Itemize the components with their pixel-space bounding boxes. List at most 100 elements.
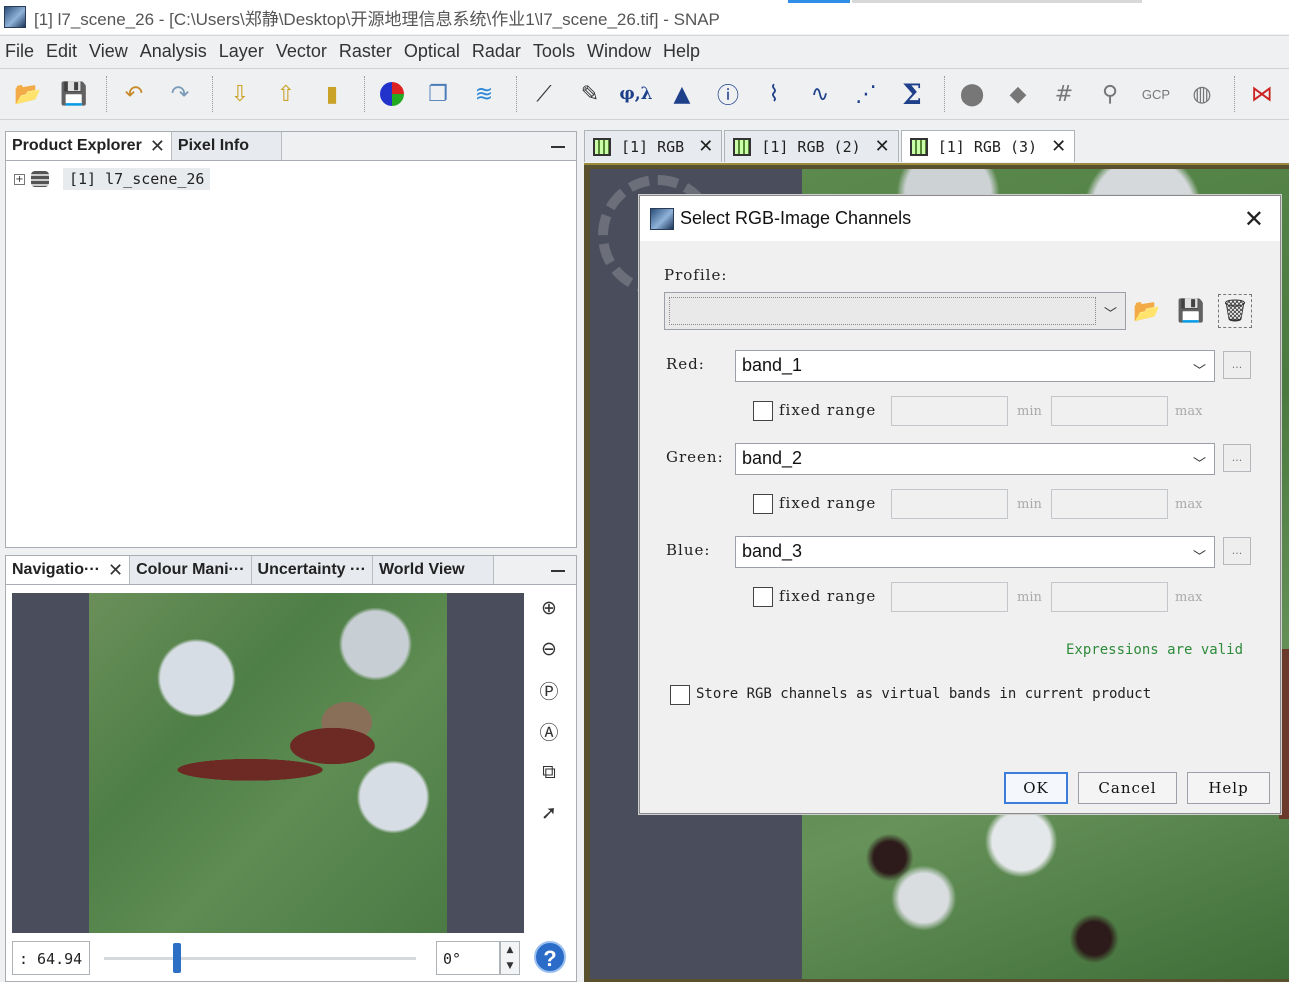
wave-icon[interactable]: ≋: [464, 74, 504, 114]
red-expression-button[interactable]: ...: [1223, 351, 1251, 379]
red-fixed-range-checkbox[interactable]: [753, 401, 773, 421]
green-max-input[interactable]: [1051, 489, 1168, 519]
rotation-angle-field[interactable]: 0°: [436, 941, 500, 975]
product-library-icon[interactable]: ◍: [1182, 74, 1222, 114]
red-min-input[interactable]: [891, 396, 1008, 426]
mask-icon[interactable]: ⬤: [952, 74, 992, 114]
menu-tools[interactable]: Tools: [533, 41, 575, 62]
green-channel-combo[interactable]: band_2 ﹀: [735, 443, 1215, 475]
zoom-pixel-icon[interactable]: Ⓟ: [534, 675, 564, 705]
minimize-icon[interactable]: [550, 562, 566, 578]
red-channel-combo[interactable]: band_1 ﹀: [735, 350, 1215, 382]
close-icon[interactable]: ✕: [108, 560, 123, 581]
ok-button[interactable]: OK: [1004, 772, 1068, 804]
blue-channel-combo[interactable]: band_3 ﹀: [735, 536, 1215, 568]
navigation-overview-image[interactable]: [12, 593, 524, 933]
red-max-input[interactable]: [1051, 396, 1168, 426]
window-title: [1] l7_scene_26 - [C:\Users\郑静\Desktop\开…: [34, 9, 720, 29]
pin-icon[interactable]: ⚲: [1090, 74, 1130, 114]
delete-profile-icon[interactable]: 🗑: [1218, 294, 1252, 328]
menu-vector[interactable]: Vector: [276, 41, 327, 62]
menu-radar[interactable]: Radar: [472, 41, 521, 62]
geo-coding-icon[interactable]: φ,λ: [616, 74, 656, 114]
tile-windows-icon[interactable]: ❐: [418, 74, 458, 114]
tab-label: World View: [378, 561, 465, 578]
tab-uncertainty[interactable]: Uncertainty ···: [251, 556, 373, 584]
angle-spinner[interactable]: ▲ ▼: [500, 941, 520, 975]
menu-help[interactable]: Help: [663, 41, 700, 62]
draw-line-icon[interactable]: ⟋: [524, 74, 564, 114]
grid-icon[interactable]: #: [1044, 74, 1084, 114]
green-label: Green:: [666, 448, 724, 466]
help-button[interactable]: Help: [1187, 772, 1270, 804]
minimize-icon[interactable]: [550, 138, 566, 154]
close-icon[interactable]: ✕: [875, 136, 890, 157]
product-node[interactable]: [1] l7_scene_26: [63, 168, 211, 190]
menu-optical[interactable]: Optical: [404, 41, 460, 62]
tab-product-explorer[interactable]: Product Explorer ✕: [6, 132, 172, 160]
close-icon[interactable]: ✕: [1051, 136, 1066, 157]
spinner-down-icon[interactable]: ▼: [501, 958, 519, 974]
tab-colour-manipulation[interactable]: Colour Mani···: [130, 556, 252, 584]
tab-pixel-info[interactable]: Pixel Info: [171, 132, 283, 160]
profile-combo[interactable]: ﹀: [664, 292, 1126, 330]
sync-views-icon[interactable]: ⧉: [534, 757, 564, 787]
import-icon[interactable]: ⇩: [220, 74, 260, 114]
edit-icon[interactable]: ✎: [570, 74, 610, 114]
green-min-input[interactable]: [891, 489, 1008, 519]
zoom-slider-track[interactable]: [104, 957, 416, 960]
store-virtual-bands-checkbox[interactable]: [670, 685, 690, 705]
tab-navigation[interactable]: Navigatio··· ✕: [6, 556, 131, 584]
zoom-in-icon[interactable]: ⊕: [534, 593, 564, 623]
expand-icon[interactable]: +: [14, 173, 25, 185]
histogram-icon[interactable]: ▲: [662, 74, 702, 114]
min-label: min: [1017, 404, 1042, 419]
blue-min-input[interactable]: [891, 582, 1008, 612]
blue-fixed-range-checkbox[interactable]: [753, 587, 773, 607]
graph-builder-icon[interactable]: ⋈: [1242, 74, 1282, 114]
information-icon[interactable]: ⓘ: [708, 74, 748, 114]
menu-edit[interactable]: Edit: [46, 41, 77, 62]
open-product-icon[interactable]: 📂: [8, 74, 48, 114]
redo-icon[interactable]: ↷: [160, 74, 200, 114]
rgb-image-icon[interactable]: [372, 74, 412, 114]
menu-analysis[interactable]: Analysis: [140, 41, 207, 62]
zoom-all-icon[interactable]: Ⓐ: [534, 716, 564, 746]
menu-bar: File Edit View Analysis Layer Vector Ras…: [0, 35, 1289, 67]
save-profile-icon[interactable]: 💾: [1174, 294, 1208, 328]
tab-rgb-2[interactable]: [1] RGB (2) ✕: [724, 130, 899, 162]
tab-world-view[interactable]: World View: [372, 556, 494, 584]
menu-window[interactable]: Window: [587, 41, 651, 62]
pixel-profile-icon[interactable]: ⌇: [754, 74, 794, 114]
scatter-plot-icon[interactable]: ⋰: [846, 74, 886, 114]
green-expression-button[interactable]: ...: [1223, 444, 1251, 472]
spinner-up-icon[interactable]: ▲: [501, 942, 519, 958]
zoom-out-icon[interactable]: ⊖: [534, 634, 564, 664]
tab-rgb-1[interactable]: [1] RGB ✕: [584, 130, 723, 162]
spectrum-icon[interactable]: ∿: [800, 74, 840, 114]
cancel-button[interactable]: Cancel: [1078, 772, 1177, 804]
blue-max-input[interactable]: [1051, 582, 1168, 612]
gcp-icon[interactable]: GCP: [1136, 74, 1176, 114]
save-product-icon[interactable]: 💾: [54, 74, 94, 114]
blue-expression-button[interactable]: ...: [1223, 537, 1251, 565]
tab-rgb-3[interactable]: [1] RGB (3) ✕: [900, 130, 1076, 162]
zoom-slider-thumb[interactable]: [173, 943, 181, 973]
green-fixed-range-checkbox[interactable]: [753, 494, 773, 514]
layer-icon[interactable]: ◆: [998, 74, 1038, 114]
statistics-sigma-icon[interactable]: Σ: [892, 74, 932, 114]
undo-icon[interactable]: ↶: [114, 74, 154, 114]
close-icon[interactable]: ✕: [1244, 205, 1264, 234]
export-icon[interactable]: ⇧: [266, 74, 306, 114]
zoom-factor-field[interactable]: : 64.94: [12, 941, 90, 975]
sync-cursor-icon[interactable]: ➚: [534, 798, 564, 828]
menu-raster[interactable]: Raster: [339, 41, 392, 62]
close-icon[interactable]: ✕: [698, 136, 713, 157]
menu-layer[interactable]: Layer: [219, 41, 264, 62]
help-button[interactable]: ?: [534, 941, 566, 973]
menu-file[interactable]: File: [5, 41, 34, 62]
export2-icon[interactable]: ▮: [312, 74, 352, 114]
close-icon[interactable]: ✕: [150, 136, 165, 157]
menu-view[interactable]: View: [89, 41, 128, 62]
open-profile-icon[interactable]: 📂: [1130, 294, 1164, 328]
